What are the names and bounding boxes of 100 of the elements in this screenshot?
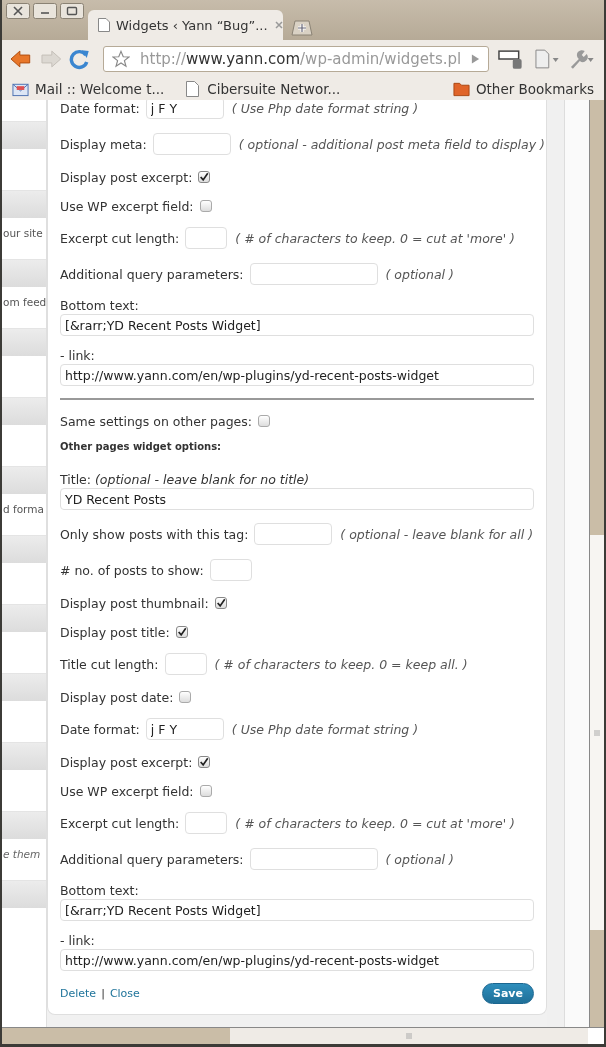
widget-bar[interactable]: [2, 673, 46, 701]
widget-bar[interactable]: [2, 742, 46, 770]
hint-text: ( # of characters to keep. 0 = cut at 'more' ): [235, 815, 515, 831]
input-field[interactable]: [249, 848, 378, 870]
separator: |: [101, 987, 105, 1000]
back-arrow-icon[interactable]: [10, 48, 32, 70]
bookmark[interactable]: Cibersuite Networ...: [184, 81, 341, 97]
widget-bar[interactable]: [2, 397, 46, 425]
hint-text: ( optional ): [385, 851, 454, 867]
reload-icon[interactable]: [69, 48, 91, 70]
widget-bar[interactable]: [2, 121, 46, 149]
field-label: Additional query parameters:: [60, 266, 244, 282]
field-label: Only show posts with this tag:: [60, 526, 249, 542]
star-icon[interactable]: [112, 50, 130, 68]
widget-bar[interactable]: [2, 811, 46, 839]
input-field[interactable]: [185, 812, 228, 834]
save-button[interactable]: Save: [482, 983, 534, 1004]
checkbox-label: Display post excerpt:: [60, 169, 193, 185]
delete-link[interactable]: Delete: [60, 987, 97, 1000]
folder-icon: [452, 81, 470, 97]
field-label: Bottom text:: [60, 883, 139, 898]
widget-description: om feed: [3, 296, 46, 308]
hint-text: ( # of characters to keep. 0 = cut at 'more' ): [235, 230, 515, 246]
checkbox-label: Display post excerpt:: [60, 754, 193, 770]
hint-text: ( optional - additional post meta field to display ): [238, 136, 545, 152]
input-field[interactable]: [185, 227, 228, 249]
envelope-icon: [12, 81, 29, 97]
field-label: Date format:: [60, 721, 140, 737]
hint-text: ( Use Php date format string ): [231, 721, 419, 737]
field-label: Title cut length:: [60, 656, 159, 672]
input-field[interactable]: [164, 653, 207, 675]
hint-text: ( optional ): [385, 266, 454, 282]
widget-bar[interactable]: [2, 259, 46, 287]
checkbox[interactable]: [198, 756, 211, 768]
page-icon: [98, 18, 110, 32]
play-icon[interactable]: [471, 53, 481, 65]
widget-description: our site: [3, 227, 43, 239]
checkbox-label: Display post date:: [60, 689, 174, 705]
page-menu-icon[interactable]: [532, 47, 561, 71]
field-label: Date format:: [60, 100, 140, 116]
checkbox-label: Use WP excerpt field:: [60, 783, 194, 799]
wrench-icon[interactable]: [568, 47, 596, 71]
widget-bar[interactable]: [2, 880, 46, 908]
widget-description: e them: [3, 848, 41, 860]
forward-arrow-icon[interactable]: [39, 48, 62, 70]
input-field[interactable]: [254, 523, 333, 545]
widget-bar[interactable]: [2, 604, 46, 632]
scrollbar-thumb[interactable]: [230, 1028, 588, 1044]
checkbox[interactable]: [175, 626, 188, 638]
checkbox[interactable]: [179, 691, 192, 703]
minimize-icon[interactable]: [33, 3, 57, 19]
checkbox-label: Same settings on other pages:: [60, 413, 253, 429]
checkbox-label: Display post title:: [60, 624, 170, 640]
section-heading: Other pages widget options:: [60, 441, 223, 452]
field-label: - link:: [60, 933, 95, 948]
checkbox-label: Display post thumbnail:: [60, 595, 209, 611]
widget-bar[interactable]: [2, 328, 46, 356]
scrollbar-thumb[interactable]: [590, 535, 604, 930]
widget-bar[interactable]: [2, 190, 46, 218]
field-label: - link:: [60, 348, 95, 363]
hint-text: ( Use Php date format string ): [231, 100, 419, 116]
widget-bar[interactable]: [2, 535, 46, 563]
field-label: Excerpt cut length:: [60, 815, 180, 831]
checkbox[interactable]: [199, 785, 212, 797]
input-field[interactable]: [&rarr;YD Recent Posts Widget]: [60, 899, 534, 921]
tab-title: Widgets ‹ Yann “Bug”...: [116, 17, 268, 33]
page-icon: [184, 81, 202, 97]
field-label: # no. of posts to show:: [60, 562, 204, 578]
hint-text: ( # of characters to keep. 0 = keep all. ): [214, 656, 468, 672]
field-label: Display meta:: [60, 136, 147, 152]
close-link[interactable]: Close: [109, 987, 140, 1000]
field-label: Excerpt cut length:: [60, 230, 180, 246]
widget-bar[interactable]: [2, 466, 46, 494]
bookmark-folder[interactable]: Other Bookmarks: [452, 81, 594, 97]
input-field[interactable]: [152, 133, 231, 155]
close-icon[interactable]: [6, 3, 30, 19]
window-icon[interactable]: [497, 47, 525, 71]
maximize-icon[interactable]: [60, 3, 84, 19]
input-field[interactable]: [249, 263, 378, 285]
browser-tab[interactable]: Widgets ‹ Yann “Bug”...: [88, 10, 283, 40]
input-field[interactable]: j F Y: [145, 100, 224, 119]
widget-description: d forma: [3, 503, 44, 515]
address-bar[interactable]: http://www.yann.com/wp-admin/widgets.pl: [103, 46, 490, 72]
bookmark[interactable]: Mail :: Welcome t...: [12, 81, 165, 97]
checkbox[interactable]: [198, 171, 211, 183]
grip-icon[interactable]: [405, 1032, 413, 1040]
checkbox[interactable]: [199, 200, 212, 212]
new-tab-icon[interactable]: [289, 20, 313, 36]
input-field[interactable]: http://www.yann.com/en/wp-plugins/yd-recent-posts-widget: [60, 364, 534, 386]
input-field[interactable]: j F Y: [145, 718, 224, 740]
checkbox[interactable]: [214, 597, 227, 609]
input-field[interactable]: [209, 559, 252, 581]
field-label: Title: (optional - leave blank for no title): [60, 472, 310, 487]
input-field[interactable]: [&rarr;YD Recent Posts Widget]: [60, 314, 534, 336]
input-field[interactable]: YD Recent Posts: [60, 488, 534, 510]
input-field[interactable]: http://www.yann.com/en/wp-plugins/yd-recent-posts-widget: [60, 949, 534, 971]
grip-icon[interactable]: [593, 728, 601, 737]
checkbox-label: Use WP excerpt field:: [60, 198, 194, 214]
field-label: Bottom text:: [60, 298, 139, 313]
checkbox[interactable]: [258, 415, 271, 427]
